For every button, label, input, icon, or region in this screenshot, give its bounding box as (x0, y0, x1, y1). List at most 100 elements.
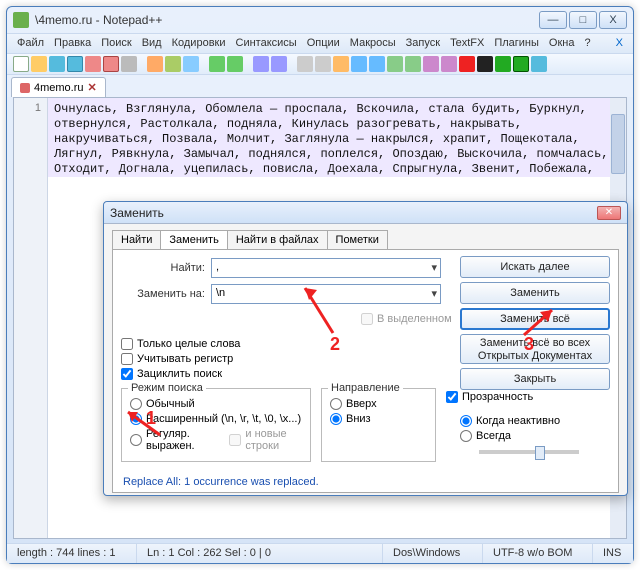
find-input[interactable]: , (211, 258, 441, 278)
docmap-icon[interactable] (441, 56, 457, 72)
dialog-titlebar[interactable]: Заменить ✕ (104, 202, 627, 224)
close-dialog-button[interactable]: Закрыть (460, 368, 610, 390)
zoomin-icon[interactable] (297, 56, 313, 72)
tabbar[interactable]: 4memo.ru ✕ (7, 75, 633, 97)
match-case-label: Учитывать регистр (137, 353, 233, 365)
app-icon (13, 12, 29, 28)
menu-options[interactable]: Опции (307, 37, 340, 50)
menu-search[interactable]: Поиск (101, 37, 131, 50)
dir-down-radio[interactable] (330, 413, 342, 425)
menu-file[interactable]: Файл (17, 37, 44, 50)
in-selection-label: В выделенном (377, 313, 452, 325)
newlines-checkbox (229, 434, 241, 446)
wrap-checkbox[interactable] (121, 368, 133, 380)
redo-icon[interactable] (227, 56, 243, 72)
transparency-checkbox[interactable] (446, 391, 458, 403)
replace-all-button[interactable]: Заменить всё (460, 308, 610, 330)
status-length: length : 744 lines : 1 (7, 544, 137, 563)
whole-words-checkbox[interactable] (121, 338, 133, 350)
newlines-label: и новые строки (245, 428, 302, 452)
record-icon[interactable] (459, 56, 475, 72)
trans-always-label: Всегда (476, 430, 511, 442)
direction-group: Направление Вверх Вниз (321, 388, 436, 462)
file-tab[interactable]: 4memo.ru ✕ (11, 77, 106, 97)
replace-icon[interactable] (271, 56, 287, 72)
minimize-button[interactable]: — (539, 11, 567, 29)
replace-dialog[interactable]: Заменить ✕ Найти Заменить Найти в файлах… (103, 201, 628, 496)
replace-button[interactable]: Заменить (460, 282, 610, 304)
dir-up-radio[interactable] (330, 398, 342, 410)
status-encoding[interactable]: UTF-8 w/o BOM (483, 544, 593, 563)
wrap-icon[interactable] (351, 56, 367, 72)
dialog-tabs[interactable]: Найти Заменить Найти в файлах Пометки (104, 224, 627, 249)
menu-syntax[interactable]: Синтаксисы (236, 37, 297, 50)
play-icon[interactable] (495, 56, 511, 72)
menu-textfx[interactable]: TextFX (450, 37, 484, 50)
indent-icon[interactable] (387, 56, 403, 72)
status-ins[interactable]: INS (593, 544, 633, 563)
transparency-slider[interactable] (479, 450, 579, 454)
menu-help[interactable]: ? (584, 37, 590, 50)
match-case-checkbox[interactable] (121, 353, 133, 365)
mode-extended-radio[interactable] (130, 413, 142, 425)
text-content[interactable]: Очнулась, Взглянула, Обомлела — проспала… (14, 98, 626, 177)
zoomout-icon[interactable] (315, 56, 331, 72)
playmulti-icon[interactable] (513, 56, 529, 72)
cut-icon[interactable] (147, 56, 163, 72)
saveall-icon[interactable] (67, 56, 83, 72)
statusbar: length : 744 lines : 1 Ln : 1 Col : 262 … (7, 543, 633, 563)
undo-icon[interactable] (209, 56, 225, 72)
toolbar[interactable] (7, 53, 633, 75)
close-button[interactable]: X (599, 11, 627, 29)
dir-up-label: Вверх (346, 398, 377, 410)
tab-replace[interactable]: Заменить (160, 230, 227, 249)
find-label: Найти: (121, 262, 205, 274)
menu-macros[interactable]: Макросы (350, 37, 396, 50)
maximize-button[interactable]: □ (569, 11, 597, 29)
mode-regex-radio[interactable] (130, 434, 142, 446)
mode-extended-label: Расширенный (\n, \r, \t, \0, \x...) (146, 413, 301, 425)
find-next-button[interactable]: Искать далее (460, 256, 610, 278)
menu-encoding[interactable]: Кодировки (172, 37, 226, 50)
userdef-icon[interactable] (423, 56, 439, 72)
save-icon[interactable] (49, 56, 65, 72)
sync-icon[interactable] (333, 56, 349, 72)
menu-edit[interactable]: Правка (54, 37, 91, 50)
copy-icon[interactable] (165, 56, 181, 72)
whole-words-label: Только целые слова (137, 338, 240, 350)
menu-run[interactable]: Запуск (406, 37, 440, 50)
tab-findinfiles[interactable]: Найти в файлах (227, 230, 328, 249)
status-position: Ln : 1 Col : 262 Sel : 0 | 0 (137, 544, 383, 563)
allchars-icon[interactable] (369, 56, 385, 72)
wrap-label: Зациклить поиск (137, 368, 222, 380)
paste-icon[interactable] (183, 56, 199, 72)
replace-all-docs-button[interactable]: Заменить всё во всех Открытых Документах (460, 334, 610, 364)
menu-view[interactable]: Вид (142, 37, 162, 50)
open-icon[interactable] (31, 56, 47, 72)
trans-inactive-radio[interactable] (460, 415, 472, 427)
search-mode-group: Режим поиска Обычный Расширенный (\n, \r… (121, 388, 311, 462)
menubar[interactable]: Файл Правка Поиск Вид Кодировки Синтакси… (7, 33, 633, 53)
mode-normal-label: Обычный (146, 398, 195, 410)
tab-find[interactable]: Найти (112, 230, 161, 249)
new-icon[interactable] (13, 56, 29, 72)
status-eol[interactable]: Dos\Windows (383, 544, 483, 563)
folding-icon[interactable] (405, 56, 421, 72)
print-icon[interactable] (121, 56, 137, 72)
menu-plugins[interactable]: Плагины (494, 37, 539, 50)
dialog-title: Заменить (110, 206, 597, 220)
tab-close-icon[interactable]: ✕ (88, 81, 97, 94)
close-icon[interactable] (85, 56, 101, 72)
trans-always-radio[interactable] (460, 430, 472, 442)
stop-icon[interactable] (477, 56, 493, 72)
replace-input[interactable]: \n (211, 284, 441, 304)
titlebar[interactable]: \4memo.ru - Notepad++ — □ X (7, 7, 633, 33)
menu-windows[interactable]: Окна (549, 37, 575, 50)
savemacro-icon[interactable] (531, 56, 547, 72)
closeall-icon[interactable] (103, 56, 119, 72)
tab-marks[interactable]: Пометки (327, 230, 388, 249)
mode-normal-radio[interactable] (130, 398, 142, 410)
dialog-close-button[interactable]: ✕ (597, 206, 621, 220)
find-icon[interactable] (253, 56, 269, 72)
menu-x[interactable]: X (616, 37, 623, 50)
